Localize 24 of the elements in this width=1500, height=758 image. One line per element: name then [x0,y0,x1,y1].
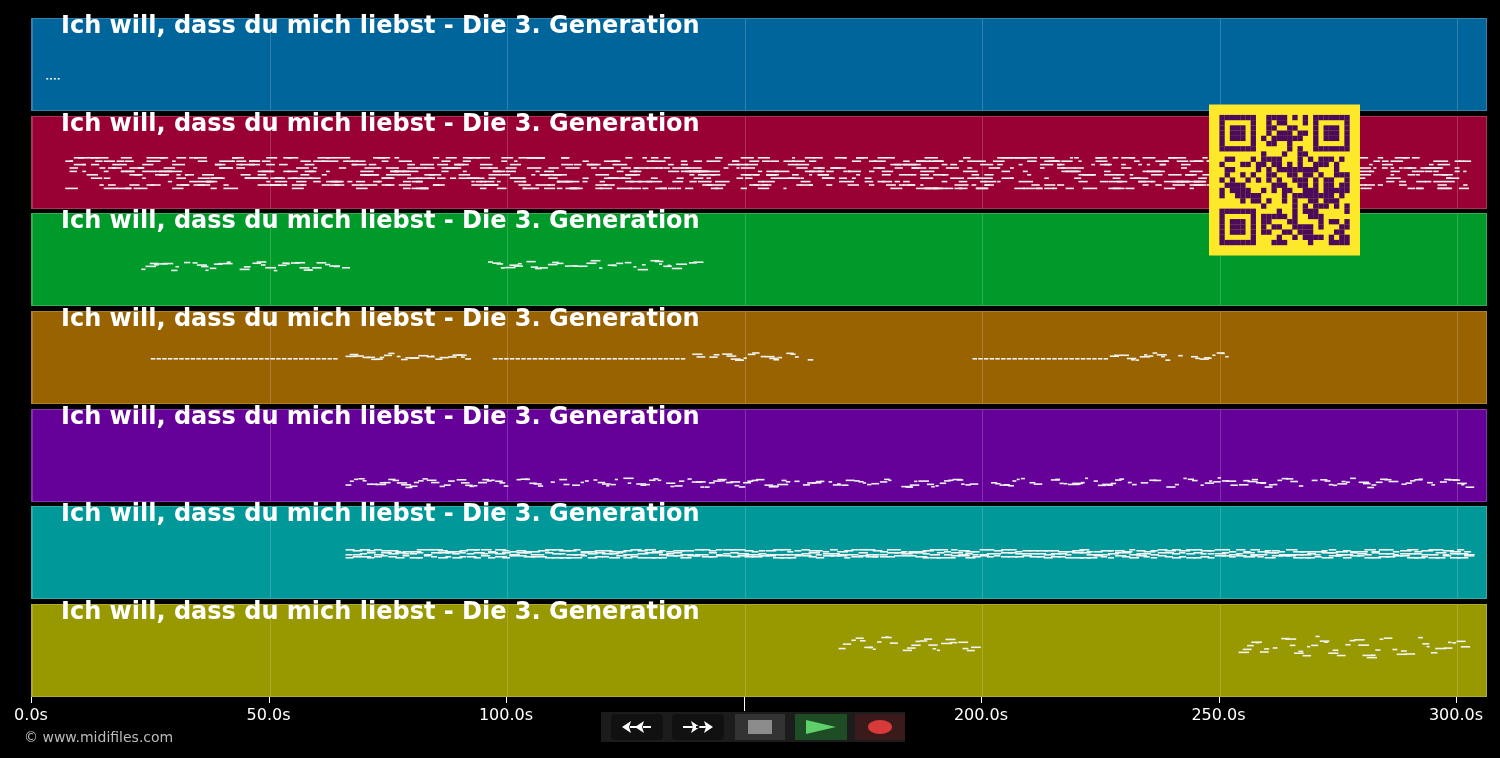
stop-icon [748,720,772,734]
play-button[interactable] [795,714,847,740]
track-title: Ich will, dass du mich liebst - Die 3. Generation [61,597,700,626]
time-tick-label: 100.0s [478,705,534,726]
rewind-button[interactable] [611,714,663,740]
track-title: Ich will, dass du mich liebst - Die 3. Generation [61,108,700,137]
track-title: Ich will, dass du mich liebst - Die 3. Generation [61,401,700,430]
copyright-credit: © www.midifiles.com [24,729,174,746]
time-tick-label: 300.0s [1428,705,1484,726]
track-title: Ich will, dass du mich liebst - Die 3. Generation [61,11,700,39]
record-icon [868,720,892,734]
track-title: Ich will, dass du mich liebst - Die 3. Generation [61,206,700,235]
track-title: Ich will, dass du mich liebst - Die 3. Generation [61,499,700,528]
rewind-icon [622,720,652,734]
play-icon [806,720,836,734]
time-tick-label: 0.0s [14,705,48,726]
time-tick-label: 50.0s [246,705,291,726]
time-tick-label: 200.0s [953,705,1009,726]
fast-forward-icon [683,720,713,734]
track-title: Ich will, dass du mich liebst - Die 3. Generation [61,304,700,333]
time-tick-label: 250.0s [1191,705,1246,726]
stop-button[interactable] [735,714,785,740]
record-button[interactable] [855,714,905,740]
fast-forward-button[interactable] [672,714,724,740]
